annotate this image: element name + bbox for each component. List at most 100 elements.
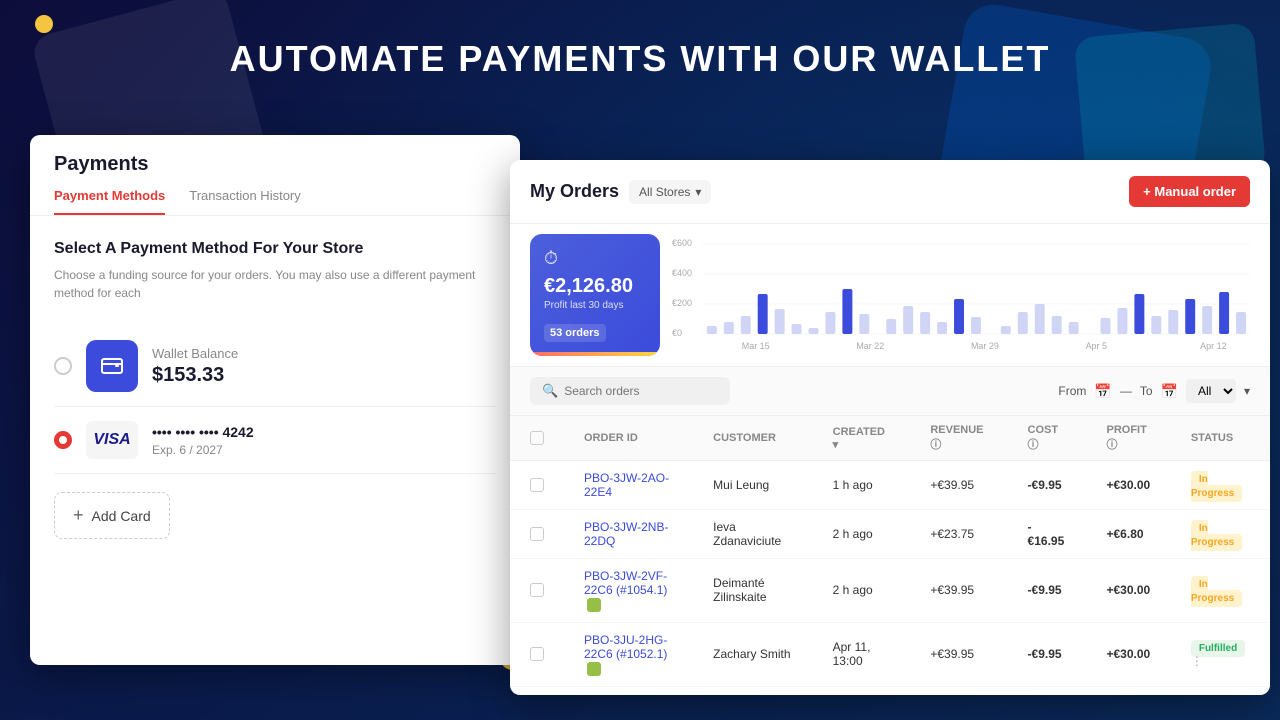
row-checkbox[interactable] [510, 622, 564, 686]
svg-text:Mar 29: Mar 29 [971, 341, 999, 351]
visa-radio[interactable] [54, 431, 72, 449]
col-cost[interactable]: COST ⓘ [1008, 416, 1087, 461]
status-badge: In Progress [1191, 471, 1242, 502]
svg-text:Apr 12: Apr 12 [1200, 341, 1226, 351]
customer: Ieva Zdanaviciute [693, 510, 812, 559]
row-checkbox[interactable] [510, 510, 564, 559]
from-label: From [1058, 384, 1086, 398]
status: In Progress [1171, 559, 1270, 623]
orders-table-body: PBO-3JW-2AO-22E4 Mui Leung 1 h ago +€39.… [510, 461, 1270, 696]
clock-icon: ⏱ [544, 248, 646, 269]
profit: +€30.00 [1087, 622, 1171, 686]
stat-card: ⏱ €2,126.80 Profit last 30 days 53 order… [530, 234, 660, 356]
status: In Progress [1171, 510, 1270, 559]
add-card-label: Add Card [92, 508, 151, 524]
orders-title-row: My Orders All Stores ▾ [530, 180, 711, 204]
manual-order-button[interactable]: + Manual order [1129, 176, 1250, 207]
svg-text:€0: €0 [672, 328, 682, 338]
order-id[interactable]: PBO-3JU-2HG-22C6 (#1052.1) [564, 622, 693, 686]
stat-label: Profit last 30 days [544, 300, 646, 311]
status: Fulfilled ⋮ [1171, 686, 1270, 695]
table-row: PBO-3JW-2NB-22DQ Ieva Zdanaviciute 2 h a… [510, 510, 1270, 559]
table-row: PBO-3JR-2I6-22MV (#1051.1) Egle Dvilev i… [510, 686, 1270, 695]
stat-bottom-bar [530, 352, 660, 356]
order-id[interactable]: PBO-3JW-2AO-22E4 [564, 461, 693, 510]
wallet-value: $153.33 [152, 364, 496, 387]
orders-header: My Orders All Stores ▾ + Manual order [510, 160, 1270, 224]
date-separator: — [1120, 384, 1132, 398]
visa-logo: VISA [93, 431, 130, 449]
to-label: To [1140, 384, 1153, 398]
row-checkbox[interactable] [510, 686, 564, 695]
svg-text:Mar 15: Mar 15 [742, 341, 770, 351]
store-selector[interactable]: All Stores ▾ [629, 180, 711, 204]
order-id[interactable]: PBO-3JW-2NB-22DQ [564, 510, 693, 559]
table-row: PBO-3JU-2HG-22C6 (#1052.1) Zachary Smith… [510, 622, 1270, 686]
stat-orders-count: 53 orders [544, 324, 606, 342]
search-input-wrap[interactable]: 🔍 [530, 377, 730, 405]
tab-transaction-history[interactable]: Transaction History [189, 188, 301, 215]
search-input[interactable] [564, 384, 718, 398]
revenue: +€39.95 [910, 622, 1007, 686]
order-id[interactable]: PBO-3JR-2I6-22MV (#1051.1) [564, 686, 693, 695]
customer: Mui Leung [693, 461, 812, 510]
wallet-icon-box [86, 340, 138, 392]
col-revenue[interactable]: REVENUE ⓘ [910, 416, 1007, 461]
table-header-row: ORDER ID CUSTOMER CREATED ▾ REVENUE ⓘ CO… [510, 416, 1270, 461]
created: 2 h ago [813, 559, 911, 623]
chevron-down-icon-filter: ▾ [1244, 384, 1250, 398]
status-badge: In Progress [1191, 576, 1242, 607]
section-title: Select A Payment Method For Your Store [54, 240, 496, 258]
customer: Egle Dvilev ice [693, 686, 812, 695]
card-info: •••• •••• •••• 4242 Exp. 6 / 2027 [152, 424, 496, 457]
payments-tabs: Payment Methods Transaction History [54, 188, 496, 215]
row-checkbox[interactable] [510, 461, 564, 510]
order-id[interactable]: PBO-3JW-2VF-22C6 (#1054.1) [564, 559, 693, 623]
revenue: +€39.95 [910, 461, 1007, 510]
card-number: •••• •••• •••• 4242 [152, 424, 496, 440]
search-icon: 🔍 [542, 383, 558, 399]
chevron-down-icon: ▾ [695, 185, 701, 199]
col-created[interactable]: CREATED ▾ [813, 416, 911, 461]
profit: +€30.00 [1087, 461, 1171, 510]
tab-payment-methods[interactable]: Payment Methods [54, 188, 165, 215]
col-customer[interactable]: CUSTOMER [693, 416, 812, 461]
orders-table-head: ORDER ID CUSTOMER CREATED ▾ REVENUE ⓘ CO… [510, 416, 1270, 461]
bar-chart-area: €600 €400 €200 €0 [672, 234, 1250, 354]
add-card-button[interactable]: + Add Card [54, 492, 170, 539]
wallet-option[interactable]: Wallet Balance $153.33 [54, 326, 496, 407]
svg-text:€200: €200 [672, 298, 692, 308]
col-status[interactable]: STATUS [1171, 416, 1270, 461]
shopify-icon [587, 662, 601, 676]
header-checkbox[interactable] [530, 431, 544, 445]
profit: +€30.00 [1087, 686, 1171, 695]
cost: -€9.95 [1008, 559, 1087, 623]
table-row: PBO-3JW-2AO-22E4 Mui Leung 1 h ago +€39.… [510, 461, 1270, 510]
row-checkbox[interactable] [510, 559, 564, 623]
status-badge: In Progress [1191, 520, 1242, 551]
calendar-from-icon[interactable]: 📅 [1094, 383, 1111, 400]
status: In Progress [1171, 461, 1270, 510]
col-order-id[interactable]: ORDER ID [564, 416, 693, 461]
wallet-radio[interactable] [54, 357, 72, 375]
status-filter-select[interactable]: All [1186, 379, 1236, 403]
visa-option[interactable]: VISA •••• •••• •••• 4242 Exp. 6 / 2027 [54, 407, 496, 474]
card-expiry: Exp. 6 / 2027 [152, 443, 496, 457]
calendar-to-icon[interactable]: 📅 [1161, 383, 1178, 400]
wallet-label: Wallet Balance [152, 346, 496, 361]
store-selector-label: All Stores [639, 185, 690, 199]
svg-text:€400: €400 [672, 268, 692, 278]
visa-logo-box: VISA [86, 421, 138, 459]
bg-shape-5 [35, 15, 53, 33]
filter-row: From 📅 — To 📅 All ▾ [1058, 379, 1250, 403]
payments-body: Select A Payment Method For Your Store C… [30, 216, 520, 563]
wallet-info: Wallet Balance $153.33 [152, 346, 496, 387]
orders-table: ORDER ID CUSTOMER CREATED ▾ REVENUE ⓘ CO… [510, 416, 1270, 695]
col-profit[interactable]: PROFIT ⓘ [1087, 416, 1171, 461]
hero-title: AUTOMATE PAYMENTS WITH OUR WALLET [0, 38, 1280, 80]
profit: +€6.80 [1087, 510, 1171, 559]
svg-text:Mar 22: Mar 22 [856, 341, 884, 351]
stat-amount: €2,126.80 [544, 275, 646, 298]
created: 2 h ago [813, 510, 911, 559]
more-options-icon[interactable]: ⋮ [1191, 654, 1203, 668]
